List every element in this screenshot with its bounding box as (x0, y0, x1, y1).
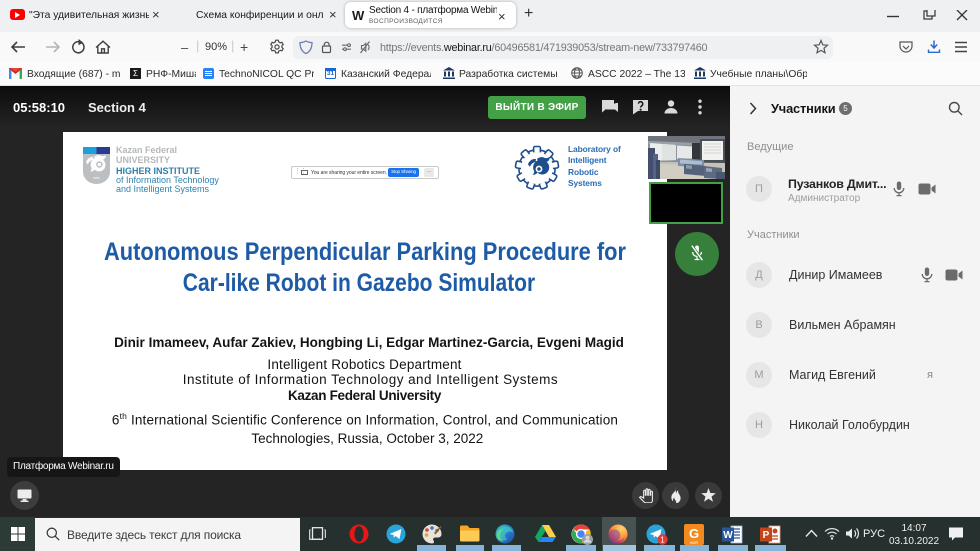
svg-text:P: P (763, 530, 770, 541)
svg-text:1: 1 (660, 536, 665, 545)
svg-text:W: W (723, 530, 733, 541)
